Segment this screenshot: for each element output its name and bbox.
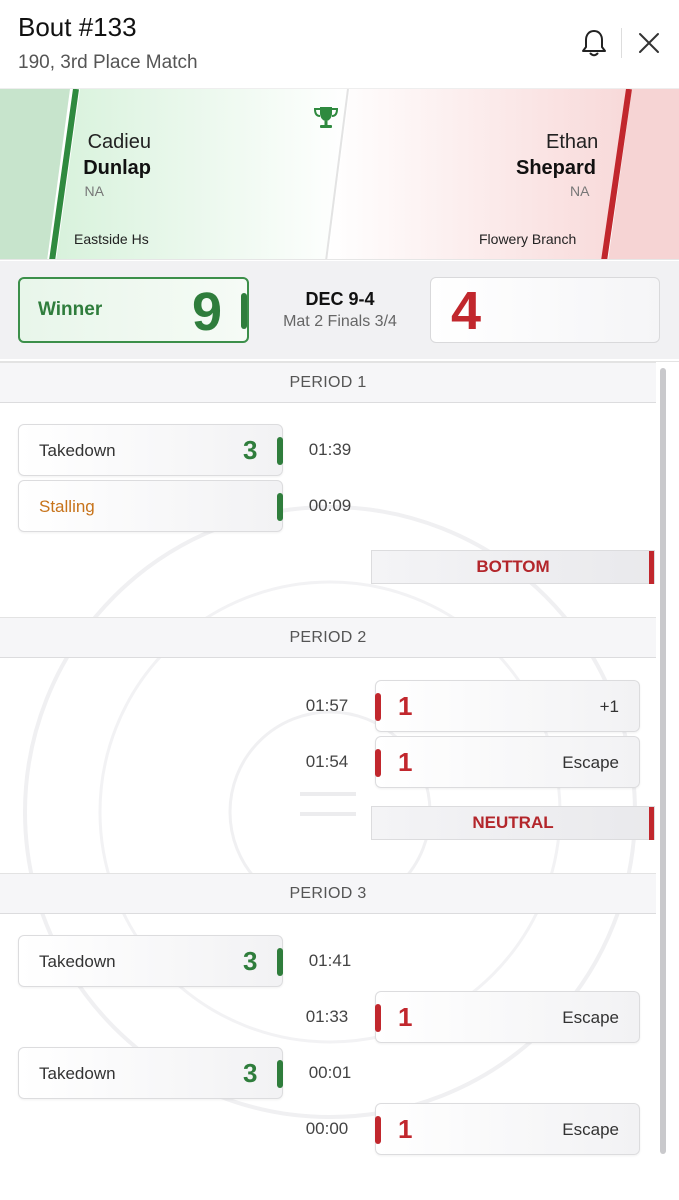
position-indicator: BOTTOM	[371, 550, 655, 584]
timeline-scrollbar[interactable]	[660, 368, 666, 1154]
winner-color-marker	[277, 437, 283, 465]
loser-grade: NA	[570, 183, 590, 199]
event-time: 01:57	[305, 696, 349, 715]
event-label: Takedown	[39, 952, 116, 971]
event-time: 01:39	[308, 440, 352, 459]
loser-score: 4	[451, 281, 482, 341]
event-card[interactable]: 1 Escape	[375, 736, 640, 788]
loser-last-name: Shepard	[516, 157, 597, 179]
match-timeline[interactable]: PERIOD 1 Takedown 3 01:39 Stalling 00:09…	[0, 361, 679, 1200]
close-icon[interactable]	[636, 30, 662, 56]
event-card[interactable]: 1 Escape	[375, 1103, 640, 1155]
event-points: 1	[398, 691, 413, 721]
winner-color-marker	[277, 948, 283, 976]
match-result: DEC 9-4	[305, 289, 375, 309]
event-card[interactable]: 1 +1	[375, 680, 640, 732]
bout-header: Bout #133 190, 3rd Place Match	[0, 0, 679, 88]
event-card[interactable]: Takedown 3	[18, 935, 283, 987]
winner-color-bar	[241, 293, 247, 329]
winner-team: Eastside Hs	[74, 231, 149, 247]
event-label: +1	[599, 697, 619, 716]
loser-color-marker	[375, 693, 381, 721]
winner-grade: NA	[84, 183, 104, 199]
loser-first-name: Ethan	[546, 131, 599, 153]
event-time: 00:00	[305, 1119, 349, 1138]
winner-score: 9	[192, 282, 223, 342]
event-points: 3	[243, 946, 258, 976]
winner-label: Winner	[38, 299, 103, 320]
loser-color-marker	[649, 807, 654, 840]
event-time: 01:54	[305, 752, 349, 771]
loser-team: Flowery Branch	[479, 231, 577, 247]
event-points: 1	[398, 1114, 413, 1144]
event-time: 01:33	[305, 1007, 349, 1026]
position-indicator: NEUTRAL	[371, 806, 655, 840]
loser-color-marker	[375, 1116, 381, 1144]
trophy-icon	[313, 107, 339, 128]
event-card[interactable]: 1 Escape	[375, 991, 640, 1043]
loser-score-box: 4	[430, 277, 660, 343]
loser-color-marker	[649, 551, 654, 584]
position-label: BOTTOM	[476, 557, 550, 576]
winner-first-name: Cadieu	[87, 131, 151, 153]
winner-color-marker	[277, 493, 283, 521]
bout-subtitle: 190, 3rd Place Match	[18, 52, 198, 73]
event-label: Escape	[562, 753, 619, 772]
period-header-3: PERIOD 3	[0, 873, 656, 914]
event-time: 00:01	[308, 1063, 352, 1082]
event-label: Escape	[562, 1120, 619, 1139]
event-label: Takedown	[39, 1064, 116, 1083]
event-time: 01:41	[308, 951, 352, 970]
period-header-2: PERIOD 2	[0, 617, 656, 658]
score-row: Winner 9 DEC 9-4 Mat 2 Finals 3/4 4	[0, 261, 679, 359]
winner-last-name: Dunlap	[83, 157, 151, 179]
loser-color-marker	[375, 1004, 381, 1032]
matchup-banner: Cadieu Dunlap NA Eastside Hs Ethan Shepa…	[0, 88, 679, 260]
event-card[interactable]: Takedown 3	[18, 424, 283, 476]
winner-color-marker	[277, 1060, 283, 1088]
event-label: Escape	[562, 1008, 619, 1027]
event-points: 1	[398, 747, 413, 777]
winner-score-box: Winner 9	[18, 277, 249, 343]
event-time: 00:09	[308, 496, 352, 515]
bout-title: Bout #133	[18, 12, 137, 42]
position-label: NEUTRAL	[472, 813, 554, 832]
event-points: 1	[398, 1002, 413, 1032]
event-points: 3	[243, 435, 258, 465]
event-card[interactable]: Stalling	[18, 480, 283, 532]
bell-icon[interactable]	[580, 28, 608, 58]
event-label: Takedown	[39, 441, 116, 460]
mat-info: Mat 2 Finals 3/4	[283, 313, 397, 330]
header-divider	[621, 28, 622, 58]
loser-color-marker	[375, 749, 381, 777]
event-label: Stalling	[39, 497, 95, 516]
event-points: 3	[243, 1058, 258, 1088]
period-header-1: PERIOD 1	[0, 362, 656, 403]
event-card[interactable]: Takedown 3	[18, 1047, 283, 1099]
